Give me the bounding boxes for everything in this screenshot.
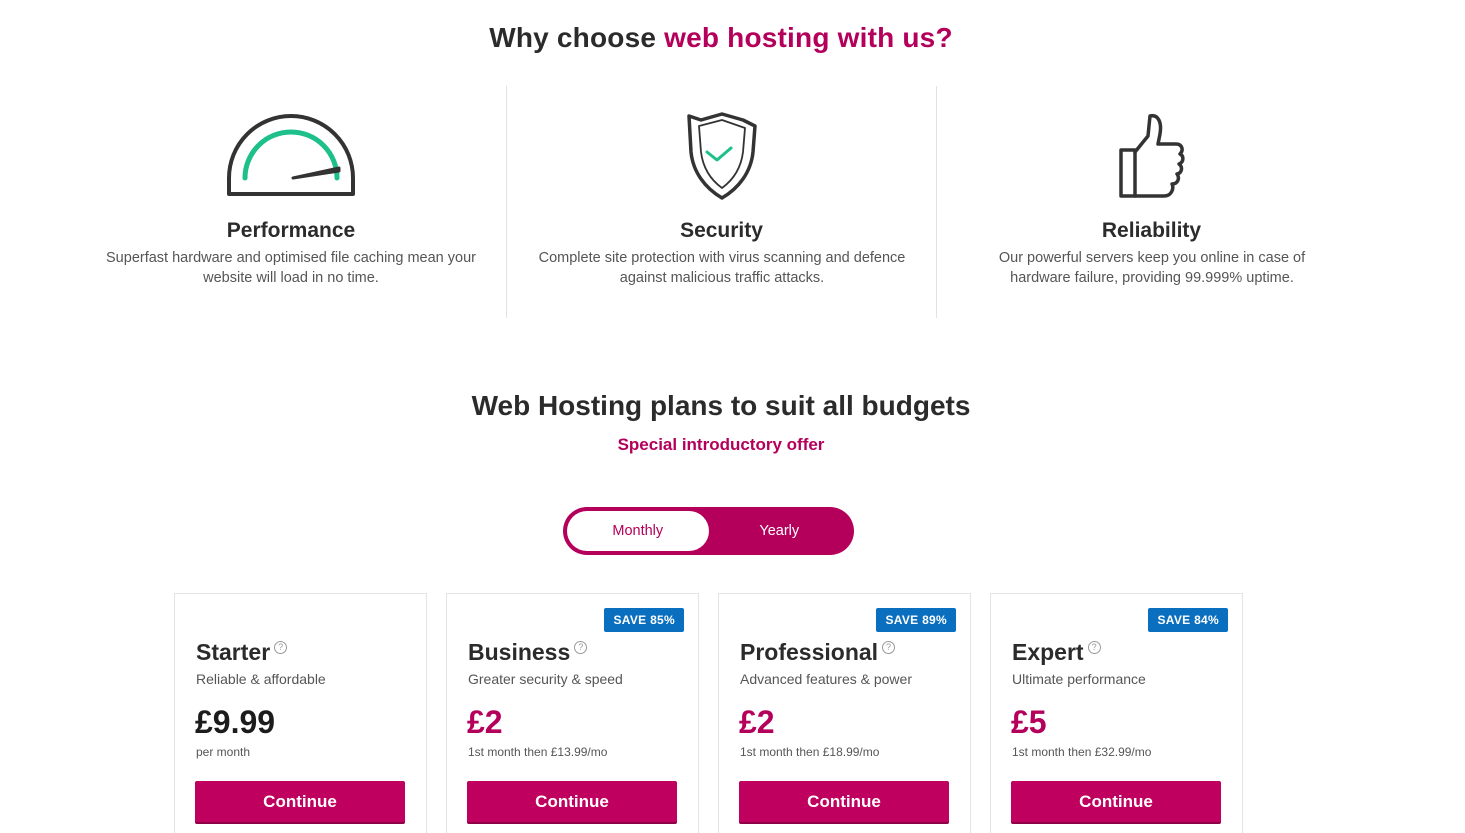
plan-tagline: Ultimate performance [1012, 671, 1146, 687]
plan-tagline: Advanced features & power [740, 671, 912, 687]
why-title: Why choose web hosting with us? [0, 22, 1442, 54]
why-title-prefix: Why choose [489, 22, 665, 53]
plan-card-business: SAVE 85% Business? Greater security & sp… [446, 593, 699, 833]
plans-title: Web Hosting plans to suit all budgets [471, 390, 971, 421]
help-icon[interactable]: ? [274, 641, 288, 654]
save-badge: SAVE 89% [876, 608, 956, 632]
plan-name: Business? [468, 639, 588, 666]
continue-button[interactable]: Continue [739, 781, 949, 824]
plan-price-note: 1st month then £32.99/mo [1012, 745, 1152, 759]
features-row: Performance Superfast hardware and optim… [76, 86, 1366, 318]
save-badge: SAVE 84% [1148, 608, 1228, 632]
plan-price: £9.99 [195, 704, 276, 740]
feature-title: Reliability [1101, 219, 1202, 242]
help-icon[interactable]: ? [574, 641, 588, 654]
plan-card-expert: SAVE 84% Expert? Ultimate performance £5… [990, 593, 1243, 833]
feature-performance: Performance Superfast hardware and optim… [76, 86, 506, 318]
plan-price: £5 [1011, 704, 1047, 740]
save-badge: SAVE 85% [604, 608, 684, 632]
feature-description: Complete site protection with virus scan… [538, 250, 906, 286]
plan-name: Professional? [740, 639, 896, 666]
continue-button[interactable]: Continue [195, 781, 405, 824]
plan-price-note: per month [196, 745, 251, 759]
plans-subtitle: Special introductory offer [617, 435, 825, 454]
plan-price-note: 1st month then £13.99/mo [468, 745, 608, 759]
billing-toggle[interactable]: Monthly Yearly [563, 507, 854, 555]
feature-description: Superfast hardware and optimised file ca… [106, 250, 476, 286]
plan-name-text: Starter [196, 639, 271, 665]
plan-name: Starter? [196, 639, 288, 666]
billing-yearly-option[interactable]: Yearly [709, 511, 851, 551]
why-title-accent: web hosting with us? [664, 22, 953, 53]
plan-name-text: Expert [1012, 639, 1084, 665]
plan-tagline: Reliable & affordable [196, 671, 326, 687]
feature-security: Security Complete site protection with v… [506, 86, 936, 318]
thumbs-up-icon [937, 112, 1366, 202]
continue-button[interactable]: Continue [467, 781, 677, 824]
plan-name: Expert? [1012, 639, 1101, 666]
feature-reliability: Reliability Our powerful servers keep yo… [936, 86, 1366, 318]
plan-tagline: Greater security & speed [468, 671, 623, 687]
billing-monthly-option[interactable]: Monthly [567, 511, 709, 551]
plan-card-starter: Starter? Reliable & affordable £9.99 per… [174, 593, 427, 833]
feature-title: Security [680, 219, 763, 242]
speedometer-icon [76, 112, 506, 202]
help-icon[interactable]: ? [882, 641, 896, 654]
plan-name-text: Business [468, 639, 571, 665]
help-icon[interactable]: ? [1087, 641, 1101, 654]
plan-price: £2 [739, 704, 775, 740]
continue-button[interactable]: Continue [1011, 781, 1221, 824]
shield-check-icon [507, 112, 936, 202]
plan-name-text: Professional [740, 639, 879, 665]
plan-card-professional: SAVE 89% Professional? Advanced features… [718, 593, 971, 833]
plan-price: £2 [467, 704, 503, 740]
feature-description: Our powerful servers keep you online in … [998, 250, 1306, 286]
feature-title: Performance [226, 219, 356, 242]
plan-price-note: 1st month then £18.99/mo [740, 745, 880, 759]
